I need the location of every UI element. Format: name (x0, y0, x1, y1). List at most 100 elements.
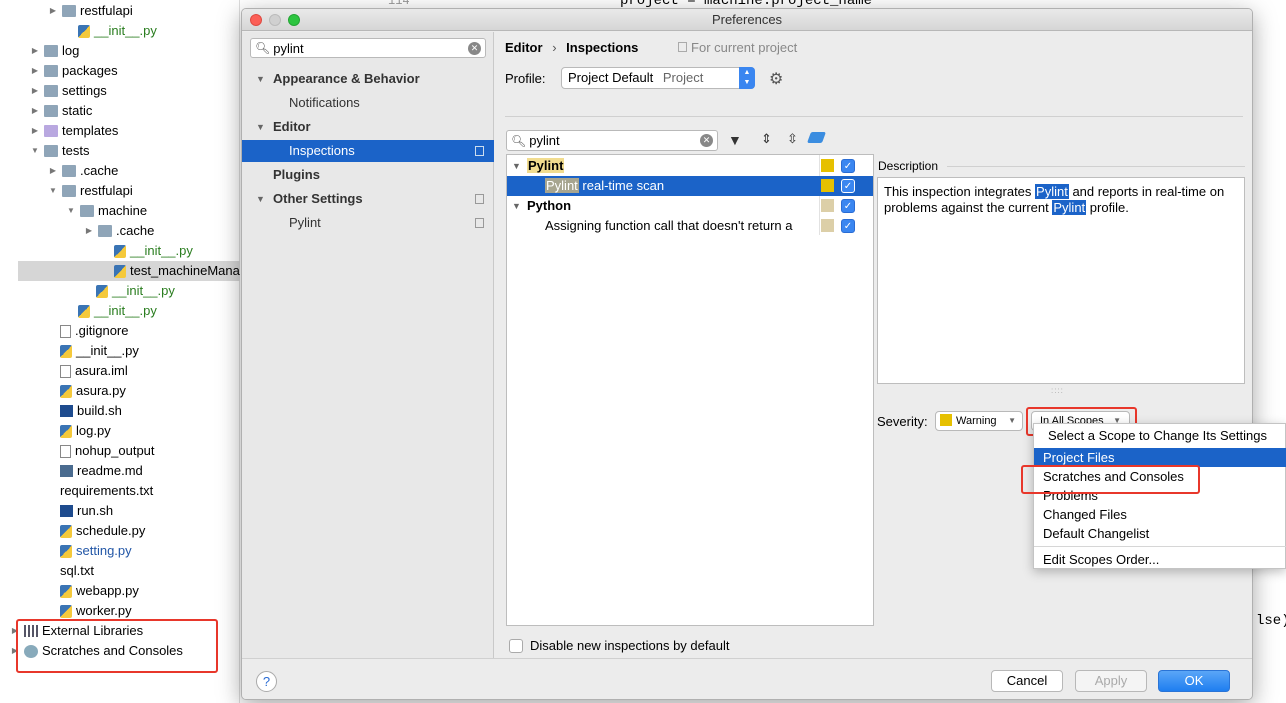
cancel-button[interactable]: Cancel (991, 670, 1063, 692)
tree-item[interactable]: build.sh (60, 401, 122, 421)
tree-item[interactable]: __init__.py (96, 281, 175, 301)
collapse-arrow-icon[interactable]: ▶ (30, 101, 40, 121)
tree-item-label: asura.iml (75, 363, 128, 378)
nav-editor[interactable]: ▼ Editor (242, 116, 494, 138)
python-file-icon (60, 544, 72, 558)
tree-item[interactable]: __init__.py (78, 21, 157, 41)
tree-item[interactable]: worker.py (60, 601, 132, 621)
tree-item-label: requirements.txt (60, 483, 154, 498)
reset-eraser-icon[interactable] (806, 132, 827, 143)
enabled-checkbox[interactable]: ✓ (841, 199, 855, 213)
collapse-arrow-icon[interactable]: ▶ (30, 81, 40, 101)
tree-item[interactable]: log.py (60, 421, 111, 441)
ok-button[interactable]: OK (1158, 670, 1230, 692)
tree-item[interactable]: ▼ restfulapi (48, 181, 133, 201)
file-icon (60, 364, 71, 378)
tree-item[interactable]: asura.py (60, 381, 126, 401)
nav-plugins[interactable]: Plugins (242, 164, 494, 186)
collapse-arrow-icon[interactable]: ▶ (30, 121, 40, 141)
profile-select[interactable]: Project Default Project ▲ ▼ (561, 67, 755, 89)
combo-stepper-icon: ▲ ▼ (739, 67, 755, 89)
collapse-arrow-icon[interactable]: ▼ (256, 68, 265, 90)
nav-pylint[interactable]: Pylint (242, 212, 494, 234)
tree-item-label: worker.py (76, 603, 132, 618)
disable-new-inspections-option[interactable]: Disable new inspections by default (509, 638, 729, 653)
nav-appearance-behavior[interactable]: ▼ Appearance & Behavior (242, 68, 494, 90)
expand-arrow-icon[interactable]: ▼ (66, 201, 76, 221)
collapse-arrow-icon[interactable]: ▼ (512, 156, 521, 176)
tree-item-label: __init__.py (94, 23, 157, 38)
enabled-checkbox[interactable]: ✓ (841, 179, 855, 193)
nav-notifications[interactable]: Notifications (242, 92, 494, 114)
tree-item-label: log.py (76, 423, 111, 438)
tree-item[interactable]: run.sh (60, 501, 113, 521)
scope-changed-files[interactable]: Changed Files (1034, 505, 1286, 524)
inspection-assigning-call[interactable]: Assigning function call that doesn't ret… (507, 216, 873, 236)
tree-item[interactable]: ▶ packages (30, 61, 118, 81)
collapse-all-icon[interactable]: ⇳ (787, 131, 798, 147)
settings-search[interactable]: 🔍︎ pylint ✕ (250, 38, 486, 58)
collapse-arrow-icon[interactable]: ▶ (84, 221, 94, 241)
collapse-arrow-icon[interactable]: ▼ (512, 196, 521, 216)
tree-item[interactable]: ▼ tests (30, 141, 89, 161)
collapse-arrow-icon[interactable]: ▶ (48, 161, 58, 181)
chevron-down-icon: ▼ (1008, 416, 1016, 425)
settings-search-input[interactable]: pylint (273, 41, 303, 56)
tree-item[interactable]: ▼ machine (66, 201, 147, 221)
tree-item[interactable]: ▶ .cache (48, 161, 118, 181)
tree-item[interactable]: readme.md (60, 461, 143, 481)
clear-search-icon[interactable]: ✕ (468, 42, 481, 55)
expand-arrow-icon[interactable]: ▼ (30, 141, 40, 161)
expand-arrow-icon[interactable]: ▼ (48, 181, 58, 201)
profile-label: Profile: (505, 71, 546, 86)
collapse-arrow-icon[interactable]: ▼ (256, 116, 265, 138)
tree-item[interactable]: ▶ settings (30, 81, 107, 101)
filter-icon[interactable]: ▼ (728, 132, 742, 148)
project-scope-note: For current project (678, 40, 797, 55)
tree-item[interactable]: __init__.py (78, 301, 157, 321)
nav-other-settings[interactable]: ▼ Other Settings (242, 188, 494, 210)
inspection-pylint-realtime[interactable]: Pylint real-time scan ✓ (507, 176, 873, 196)
gear-icon[interactable]: ⚙ (769, 69, 783, 89)
inspection-filter-input[interactable]: pylint (529, 133, 559, 148)
splitter-handle[interactable]: :::: (1051, 386, 1064, 395)
tree-item[interactable]: ▶ static (30, 101, 92, 121)
tree-item[interactable]: ▶ templates (30, 121, 118, 141)
collapse-arrow-icon[interactable]: ▶ (30, 41, 40, 61)
close-window-button[interactable] (250, 14, 262, 26)
tree-item[interactable]: schedule.py (60, 521, 145, 541)
tree-item[interactable]: webapp.py (60, 581, 139, 601)
tree-item[interactable]: requirements.txt (60, 481, 153, 501)
scope-default-changelist[interactable]: Default Changelist (1034, 524, 1286, 543)
tree-item[interactable]: asura.iml (60, 361, 128, 381)
tree-item[interactable]: __init__.py (60, 341, 139, 361)
inspection-filter[interactable]: 🔍︎ pylint ✕ (506, 130, 718, 151)
minimize-window-button[interactable] (269, 14, 281, 26)
tree-item[interactable]: sql.txt (60, 561, 94, 581)
tree-item[interactable]: ▶ log (30, 41, 79, 61)
enabled-checkbox[interactable]: ✓ (841, 159, 855, 173)
nav-inspections[interactable]: Inspections (242, 140, 494, 162)
collapse-arrow-icon[interactable]: ▼ (256, 188, 265, 210)
tree-item[interactable]: ▶ restfulapi (48, 1, 133, 21)
severity-select[interactable]: Warning ▼ (935, 411, 1023, 431)
help-button[interactable]: ? (256, 671, 277, 692)
apply-button[interactable]: Apply (1075, 670, 1147, 692)
tree-item[interactable]: __init__.py (114, 241, 193, 261)
edit-scopes-order[interactable]: Edit Scopes Order... (1034, 550, 1286, 569)
inspection-group-pylint[interactable]: ▼ Pylint ✓ (507, 156, 873, 176)
tree-item[interactable]: setting.py (60, 541, 132, 561)
tree-item[interactable]: ▶ .cache (84, 221, 154, 241)
collapse-arrow-icon[interactable]: ▶ (48, 1, 58, 21)
tree-item[interactable]: test_machineMana (18, 261, 240, 281)
tree-item[interactable]: .gitignore (60, 321, 128, 341)
enabled-checkbox[interactable]: ✓ (841, 219, 855, 233)
collapse-arrow-icon[interactable]: ▶ (30, 61, 40, 81)
expand-all-icon[interactable]: ⇕ (761, 131, 772, 147)
clear-filter-icon[interactable]: ✕ (700, 134, 713, 147)
disable-new-checkbox[interactable] (509, 638, 523, 653)
tree-item[interactable]: nohup_output (60, 441, 155, 461)
project-level-icon (475, 218, 484, 228)
zoom-window-button[interactable] (288, 14, 300, 26)
inspection-group-python[interactable]: ▼ Python ✓ (507, 196, 873, 216)
